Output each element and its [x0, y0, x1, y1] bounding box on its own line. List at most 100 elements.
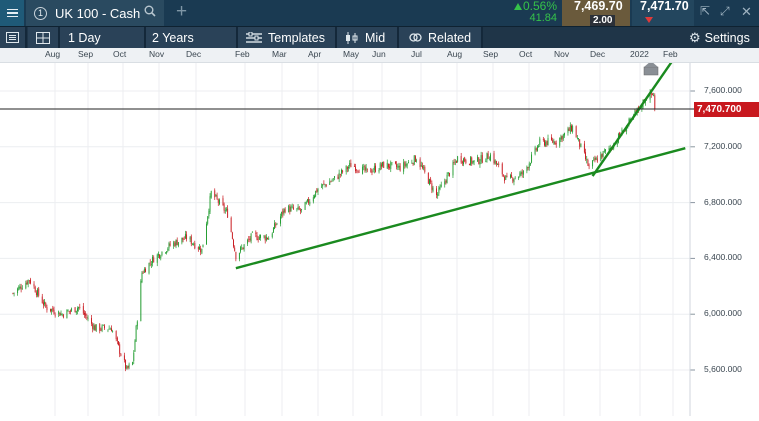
- candle-body: [208, 211, 210, 217]
- candle-body: [497, 164, 499, 165]
- range-dropdown[interactable]: 2 Years: [146, 27, 236, 48]
- search-icon[interactable]: [144, 5, 156, 17]
- add-tab-icon[interactable]: +: [176, 1, 187, 23]
- popout-icon[interactable]: ⇱: [700, 4, 710, 18]
- candle-body: [123, 355, 125, 361]
- candle-body: [512, 178, 514, 182]
- candle-body: [355, 166, 357, 172]
- candle-body: [349, 162, 351, 167]
- candle-body: [518, 176, 520, 179]
- candle-body: [362, 166, 364, 174]
- candle-body: [380, 164, 382, 167]
- candle-body: [452, 162, 454, 176]
- price-type-button[interactable]: Mid: [337, 27, 397, 48]
- candle-body: [45, 302, 47, 307]
- candle-body: [587, 160, 589, 166]
- candle-body: [602, 151, 604, 157]
- candle-body: [547, 138, 549, 146]
- candle-body: [440, 184, 442, 187]
- interval-dropdown[interactable]: 1 Day: [60, 27, 144, 48]
- candle-body: [593, 158, 595, 160]
- candle-body: [160, 256, 162, 259]
- candle-body: [248, 239, 250, 240]
- candle-body: [588, 165, 590, 167]
- candle-body: [296, 208, 298, 210]
- candle-body: [275, 224, 277, 226]
- candle-body: [481, 155, 483, 163]
- settings-button[interactable]: ⚙ Settings: [689, 27, 759, 48]
- close-icon[interactable]: ✕: [741, 4, 752, 20]
- candle-body: [332, 178, 334, 180]
- candle-body: [176, 240, 178, 246]
- related-button[interactable]: Related: [399, 27, 481, 48]
- candle-body: [514, 177, 516, 179]
- candle-body: [419, 159, 421, 168]
- candle-body: [60, 313, 62, 316]
- candle-body: [264, 236, 266, 241]
- candle-body: [513, 179, 515, 183]
- candle-body: [551, 137, 552, 140]
- list-view-button[interactable]: [0, 27, 25, 48]
- candle-body: [87, 317, 89, 319]
- price-chart[interactable]: [0, 41, 759, 416]
- candle-body: [28, 280, 30, 282]
- candle-body: [290, 206, 292, 212]
- menu-button[interactable]: [0, 0, 24, 26]
- candle-body: [165, 252, 166, 254]
- templates-button[interactable]: Templates: [238, 27, 335, 48]
- candle-body: [314, 195, 315, 198]
- candle-body: [339, 174, 341, 175]
- candle-body: [371, 171, 373, 173]
- scroll-end-marker-icon: [643, 66, 659, 76]
- candle-body: [263, 235, 265, 237]
- candle-body: [585, 152, 587, 160]
- candle-body: [283, 208, 285, 214]
- candle-body: [480, 155, 482, 162]
- price-axis-label: 7,200.000: [704, 140, 742, 151]
- candle-body: [256, 234, 258, 240]
- candle-body: [200, 248, 202, 253]
- candle-body: [100, 329, 102, 331]
- candle-body: [353, 165, 355, 167]
- candle-body: [128, 364, 130, 368]
- instrument-title: UK 100 - Cash: [55, 5, 141, 21]
- candle-body: [379, 163, 381, 170]
- time-axis-label: Oct: [519, 49, 533, 59]
- buy-price-box[interactable]: 7,471.70: [632, 0, 694, 26]
- candle-body: [561, 135, 563, 140]
- candle-body: [350, 162, 352, 168]
- layout-button[interactable]: [28, 27, 58, 48]
- candle-body: [102, 324, 104, 326]
- chart-area[interactable]: 7,600.000 7,200.000 6,800.000 6,400.000 6,00…: [0, 41, 759, 416]
- chart-toolbar: 1 Day 2 Years Templates Mid Related ⚙ Se…: [0, 26, 759, 48]
- candle-body: [186, 234, 188, 240]
- candle-body: [448, 173, 450, 176]
- candle-body: [112, 331, 114, 332]
- candle-body: [575, 126, 577, 138]
- time-axis-label: 2022: [630, 49, 649, 59]
- candle-body: [553, 141, 555, 144]
- candle-body: [20, 287, 22, 290]
- candle-body: [181, 237, 183, 243]
- time-axis-label: Jul: [411, 49, 422, 59]
- candle-body: [424, 166, 426, 172]
- candle-body: [84, 312, 85, 315]
- up-arrow-icon: [514, 3, 522, 10]
- related-icon: [409, 33, 422, 42]
- expand-icon[interactable]: ⤢: [720, 4, 730, 19]
- candle-body: [429, 179, 430, 185]
- candle-body: [546, 140, 548, 145]
- candle-body: [601, 153, 603, 158]
- candle-body: [61, 314, 63, 316]
- candle-body: [399, 165, 401, 171]
- candle-body: [331, 180, 333, 182]
- candle-body: [345, 165, 347, 172]
- candle-body: [210, 191, 212, 198]
- candle-body: [184, 234, 186, 239]
- instrument-tab[interactable]: 1 UK 100 - Cash: [26, 0, 164, 26]
- candle-body: [460, 155, 462, 163]
- candle-body: [265, 236, 267, 241]
- candle-body: [363, 166, 365, 168]
- candle-body: [510, 175, 511, 178]
- candle-body: [274, 223, 276, 229]
